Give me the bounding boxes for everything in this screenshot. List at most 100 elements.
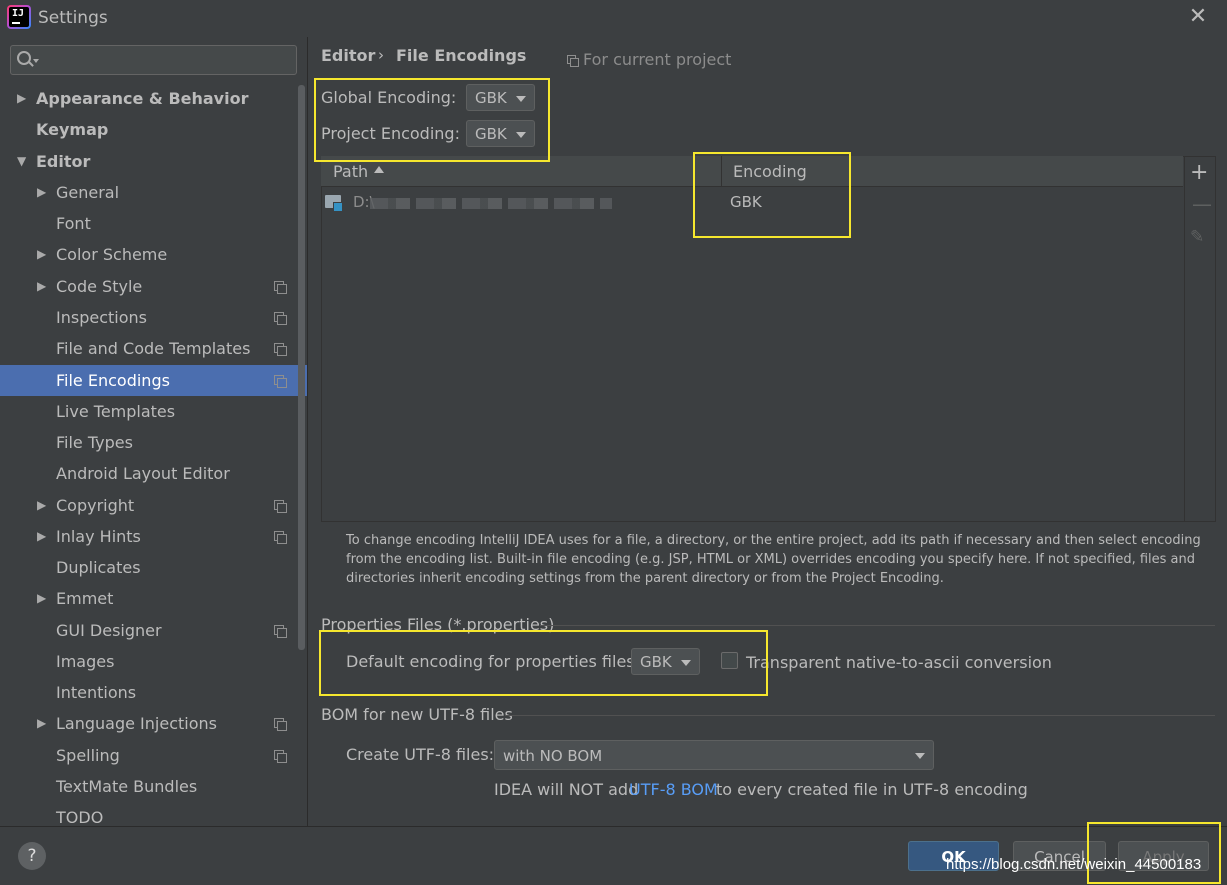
properties-encoding-select[interactable]: GBK — [631, 648, 700, 675]
bom-section-title: BOM for new UTF-8 files — [321, 705, 513, 724]
sort-ascending-icon — [374, 166, 384, 173]
sidebar-item-label: Language Injections — [56, 714, 217, 733]
sidebar-item-label: Android Layout Editor — [56, 464, 230, 483]
expand-arrow-icon[interactable]: ▶ — [37, 177, 46, 208]
sidebar-item-android-layout-editor[interactable]: Android Layout Editor — [0, 458, 307, 489]
sidebar-item-images[interactable]: Images — [0, 646, 307, 677]
column-divider[interactable] — [721, 156, 722, 186]
sidebar-item-file-types[interactable]: File Types — [0, 427, 307, 458]
sidebar-item-inlay-hints[interactable]: ▶ Inlay Hints — [0, 521, 307, 552]
utf8-bom-link[interactable]: UTF-8 BOM — [629, 780, 718, 799]
sidebar-item-textmate-bundles[interactable]: TextMate Bundles — [0, 771, 307, 802]
sidebar-item-label: File Types — [56, 433, 133, 452]
sidebar-item-label: TextMate Bundles — [56, 777, 198, 796]
help-button[interactable]: ? — [18, 842, 46, 870]
sidebar-item-label: File Encodings — [56, 371, 170, 390]
properties-encoding-value: GBK — [640, 653, 672, 671]
chevron-down-icon — [915, 753, 925, 759]
sidebar-item-label: Duplicates — [56, 558, 141, 577]
chevron-down-icon — [516, 96, 526, 102]
settings-search-input[interactable] — [10, 45, 297, 75]
sidebar-item-label: Code Style — [56, 277, 143, 296]
global-encoding-select[interactable]: GBK — [466, 84, 535, 111]
sidebar-item-inspections[interactable]: Inspections — [0, 302, 307, 333]
add-icon[interactable]: + — [1190, 160, 1208, 185]
project-scope-icon — [274, 375, 287, 388]
sidebar-item-spelling[interactable]: Spelling — [0, 740, 307, 771]
breadcrumb-separator: › — [378, 46, 384, 64]
sidebar-item-label: TODO — [56, 808, 104, 826]
sidebar-item-color-scheme[interactable]: ▶ Color Scheme — [0, 239, 307, 270]
column-header-encoding[interactable]: Encoding — [733, 162, 807, 181]
search-icon — [17, 51, 31, 65]
sidebar-item-emmet[interactable]: ▶ Emmet — [0, 583, 307, 614]
bottom-divider — [0, 826, 1227, 827]
sidebar-item-gui-designer[interactable]: GUI Designer — [0, 615, 307, 646]
expand-arrow-icon[interactable]: ▶ — [37, 271, 46, 302]
sidebar-item-label: Color Scheme — [56, 245, 168, 264]
sidebar-item-keymap[interactable]: Keymap — [0, 114, 307, 145]
sidebar-item-duplicates[interactable]: Duplicates — [0, 552, 307, 583]
table-row-encoding[interactable]: GBK — [730, 193, 762, 211]
bom-note-text: IDEA will NOT add — [494, 780, 639, 799]
expand-arrow-icon[interactable]: ▶ — [37, 521, 46, 552]
sidebar-item-label: File and Code Templates — [56, 339, 251, 358]
column-header-path[interactable]: Path — [333, 162, 368, 181]
section-divider — [505, 715, 1215, 716]
expand-arrow-icon[interactable]: ▶ — [17, 83, 26, 114]
transparent-ascii-label[interactable]: Transparent native-to-ascii conversion — [746, 653, 1052, 672]
expand-arrow-icon[interactable]: ▶ — [37, 239, 46, 270]
expand-arrow-icon[interactable]: ▶ — [37, 708, 46, 739]
blurred-path — [370, 198, 612, 209]
properties-encoding-label: Default encoding for properties files: — [346, 652, 641, 671]
sidebar-item-label: Appearance & Behavior — [36, 89, 249, 108]
sidebar-item-general[interactable]: ▶ General — [0, 177, 307, 208]
sidebar-item-label: Images — [56, 652, 115, 671]
project-scope-icon — [274, 718, 287, 731]
project-scope-icon — [274, 750, 287, 763]
breadcrumb-parent[interactable]: Editor — [321, 46, 375, 65]
transparent-ascii-checkbox[interactable] — [721, 652, 738, 669]
sidebar-scrollbar[interactable] — [298, 85, 305, 650]
project-encoding-select[interactable]: GBK — [466, 120, 535, 147]
sidebar-item-font[interactable]: Font — [0, 208, 307, 239]
pane-divider[interactable] — [307, 37, 308, 827]
sidebar-item-file-code-templates[interactable]: File and Code Templates — [0, 333, 307, 364]
sidebar-item-code-style[interactable]: ▶ Code Style — [0, 271, 307, 302]
sidebar-item-appearance-behavior[interactable]: ▶ Appearance & Behavior — [0, 83, 307, 114]
edit-icon[interactable]: ✎ — [1190, 227, 1204, 247]
sidebar-item-language-injections[interactable]: ▶ Language Injections — [0, 708, 307, 739]
title-bar — [0, 0, 1227, 37]
chevron-down-icon — [681, 660, 691, 666]
sidebar-item-file-encodings[interactable]: File Encodings — [0, 365, 307, 396]
sidebar-item-label: General — [56, 183, 120, 202]
sidebar-item-copyright[interactable]: ▶ Copyright — [0, 490, 307, 521]
sidebar-item-editor[interactable]: ▼ Editor — [0, 146, 307, 177]
collapse-arrow-icon[interactable]: ▼ — [17, 146, 26, 177]
sidebar-item-label: Spelling — [56, 746, 120, 765]
sidebar-item-intentions[interactable]: Intentions — [0, 677, 307, 708]
close-icon[interactable]: ✕ — [1186, 5, 1210, 29]
scope-label: For current project — [583, 50, 732, 69]
sidebar-item-label: Editor — [36, 152, 91, 171]
sidebar-item-label: Intentions — [56, 683, 137, 702]
remove-icon[interactable]: — — [1192, 192, 1212, 216]
section-divider — [540, 625, 1215, 626]
sidebar-item-todo[interactable]: TODO — [0, 802, 307, 826]
project-scope-icon — [274, 500, 287, 513]
sidebar-item-label: Inspections — [56, 308, 147, 327]
properties-section-title: Properties Files (*.properties) — [321, 615, 555, 634]
sidebar-item-label: Copyright — [56, 496, 135, 515]
expand-arrow-icon[interactable]: ▶ — [37, 490, 46, 521]
expand-arrow-icon[interactable]: ▶ — [37, 583, 46, 614]
search-history-dropdown-icon[interactable] — [33, 59, 39, 63]
project-scope-icon — [274, 281, 287, 294]
create-utf8-select[interactable]: with NO BOM — [494, 740, 934, 770]
global-encoding-label: Global Encoding: — [321, 88, 457, 107]
sidebar-item-label: Font — [56, 214, 91, 233]
project-scope-icon — [567, 55, 579, 67]
sidebar-item-label: Keymap — [36, 120, 109, 139]
page-title: File Encodings — [396, 46, 527, 65]
sidebar-item-label: Inlay Hints — [56, 527, 141, 546]
sidebar-item-live-templates[interactable]: Live Templates — [0, 396, 307, 427]
